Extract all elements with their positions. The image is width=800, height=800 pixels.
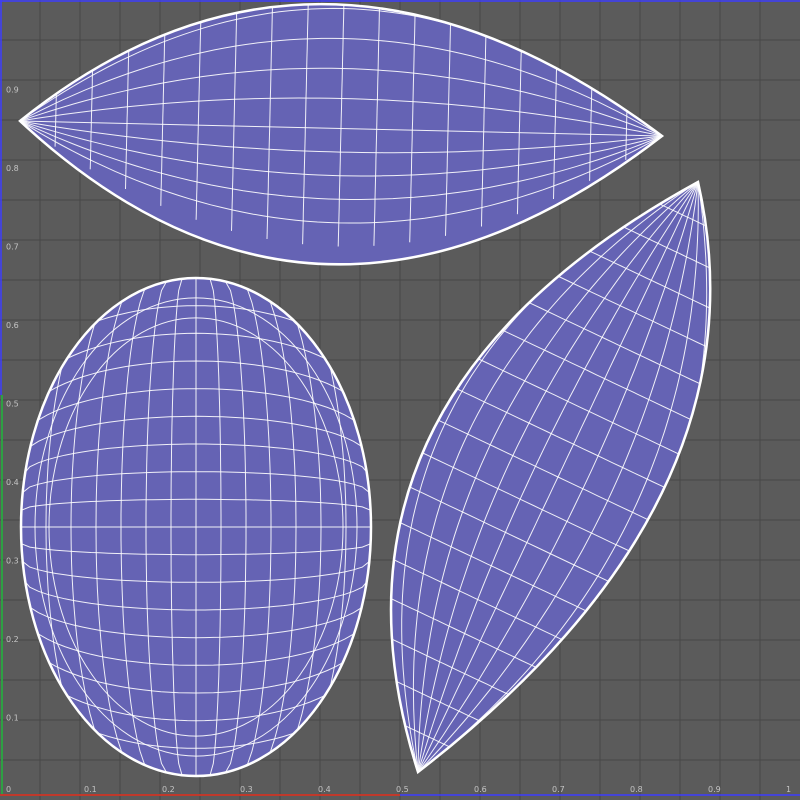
u-tick-label: 0.6: [474, 785, 487, 794]
u-tick-label: 0.5: [396, 785, 409, 794]
u-tick-label: 0.3: [240, 785, 253, 794]
v-tick-label: 0.7: [6, 243, 19, 252]
u-tick-label: 1: [786, 785, 791, 794]
v-tick-label: 0.2: [6, 635, 19, 644]
v-tick-label: 0.1: [6, 714, 19, 723]
u-tick-label: 0.4: [318, 785, 331, 794]
v-tick-label: 0.6: [6, 321, 19, 330]
u-tick-label: 0.8: [630, 785, 643, 794]
u-tick-label: 0.2: [162, 785, 175, 794]
v-tick-label: 0.9: [6, 86, 19, 95]
v-tick-label: 0.8: [6, 164, 19, 173]
uv-editor-viewport[interactable]: 0 0.1 0.2 0.3 0.4 0.5 0.6 0.7 0.8 0.9 1 0.1 0.2 0.3 0…: [0, 0, 800, 800]
v-tick-label: 0.4: [6, 478, 19, 487]
u-tick-label: 0.7: [552, 785, 565, 794]
u-tick-label: 0: [6, 785, 11, 794]
u-tick-label: 0.1: [84, 785, 97, 794]
v-tick-label: 0.5: [6, 400, 19, 409]
uv-island-left-ellipse[interactable]: [19, 276, 373, 778]
u-tick-label: 0.9: [708, 785, 721, 794]
v-tick-label: 0.3: [6, 557, 19, 566]
